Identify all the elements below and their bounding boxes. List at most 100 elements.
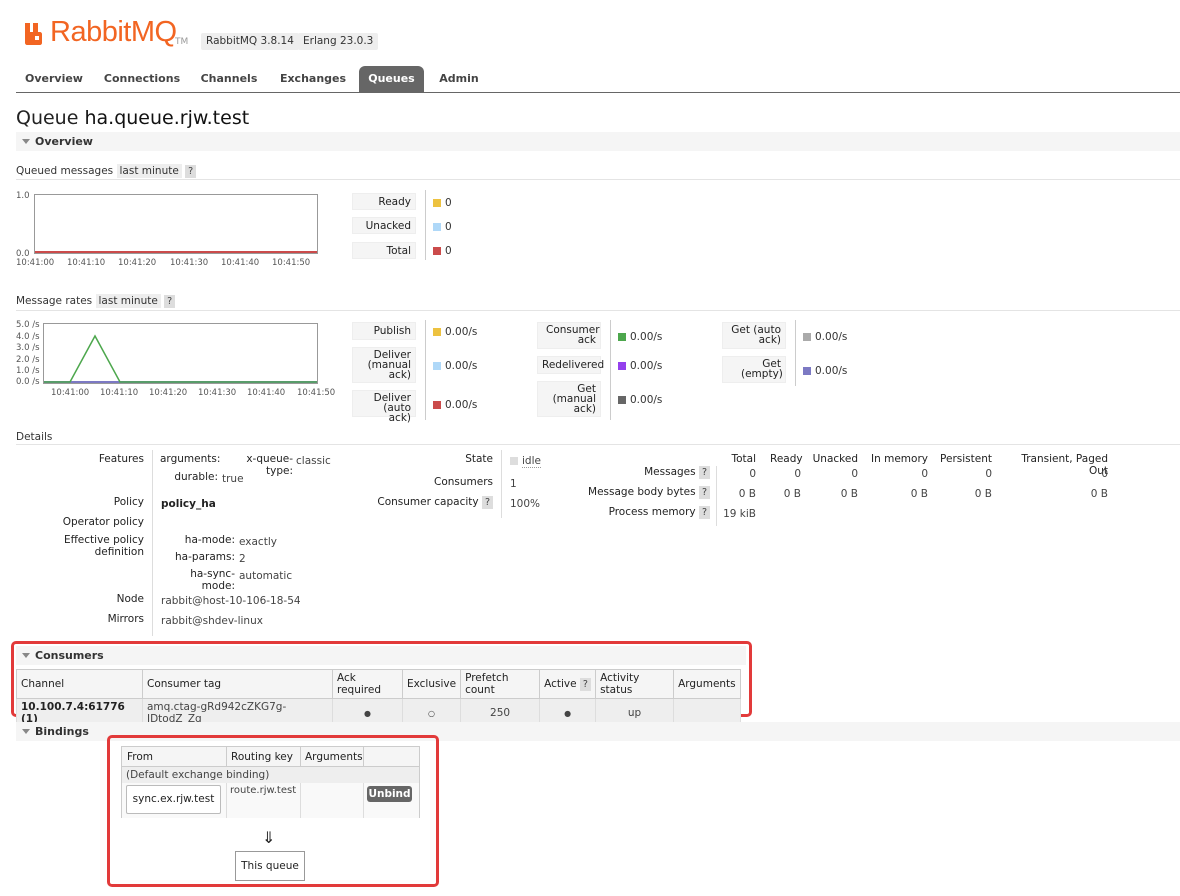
divider — [363, 783, 364, 818]
rate-get-auto-value: 0.00/s — [803, 331, 847, 343]
rates-range-select[interactable]: last minute — [95, 294, 161, 308]
divider — [16, 444, 1180, 445]
rate-deliver-auto-label: Deliver (auto ack) — [352, 390, 416, 423]
stat-total-value: 0 — [433, 245, 452, 257]
divider — [226, 783, 227, 818]
operator-policy-label: Operator policy — [62, 516, 144, 528]
ha-sync-mode-key: ha-sync-mode: — [190, 568, 235, 592]
divider — [16, 310, 1180, 311]
active-help-icon[interactable]: ? — [579, 677, 591, 691]
queued-messages-chart — [34, 194, 318, 254]
arguments-key: arguments: — [160, 453, 221, 465]
capacity-help-icon[interactable]: ? — [481, 496, 493, 509]
rabbitmq-logo-icon — [25, 23, 42, 45]
rate-get-auto-number: 0.00/s — [815, 331, 848, 343]
memory-help-icon[interactable]: ? — [698, 506, 710, 519]
x-tick: 10:41:40 — [221, 258, 260, 268]
rate-publish-number: 0.00/s — [445, 326, 478, 338]
messages-ready: 0 — [794, 468, 801, 480]
bytes-help-icon[interactable]: ? — [698, 486, 710, 499]
queued-range-select[interactable]: last minute — [116, 164, 182, 178]
messages-help-icon[interactable]: ? — [698, 466, 710, 479]
rate-get-manual-value: 0.00/s — [618, 394, 662, 406]
x-tick: 10:41:10 — [100, 388, 139, 398]
stat-total-number: 0 — [445, 245, 452, 257]
legend-swatch — [433, 199, 441, 207]
queued-help-icon[interactable]: ? — [185, 165, 197, 178]
tab-queues[interactable]: Queues — [359, 66, 424, 92]
msg-col-header: Unacked — [812, 453, 858, 465]
consumers-count-value: 1 — [510, 478, 517, 490]
tab-channels[interactable]: Channels — [196, 66, 262, 92]
rates-help-icon[interactable]: ? — [164, 295, 176, 308]
msg-col-header: Persistent — [940, 453, 992, 465]
collapse-triangle-icon — [22, 139, 30, 144]
rate-redelivered-number: 0.00/s — [630, 360, 663, 372]
x-tick: 10:41:10 — [67, 258, 106, 268]
bytes-persistent: 0 B — [974, 488, 992, 500]
queue-name: ha.queue.rjw.test — [84, 107, 250, 129]
process-memory-row-label: Process memory ? — [580, 506, 710, 519]
policy-label: Policy — [113, 496, 144, 508]
rate-deliver-manual-number: 0.00/s — [445, 360, 478, 372]
divider — [152, 450, 153, 636]
collapse-triangle-icon — [22, 653, 30, 658]
legend-swatch — [433, 362, 441, 370]
rate-publish-value: 0.00/s — [433, 326, 477, 338]
overview-section-title: Overview — [35, 135, 93, 148]
divider — [226, 747, 227, 767]
body-bytes-row-text: Message body bytes — [588, 486, 696, 498]
msg-col-header: In memory — [871, 453, 928, 465]
msg-col-header: Total — [731, 453, 756, 465]
y-tick: 2.0 /s — [16, 355, 40, 365]
legend-swatch — [433, 247, 441, 255]
mirrors-label: Mirrors — [107, 613, 144, 625]
col-active: Active ? — [539, 669, 597, 699]
stat-ready-number: 0 — [445, 197, 452, 209]
logo-trademark: TM — [175, 37, 189, 47]
exchange-link[interactable]: sync.ex.rjw.test — [126, 785, 221, 814]
stat-ready-label: Ready — [352, 193, 416, 210]
ha-mode-value: exactly — [239, 536, 277, 548]
divider — [363, 747, 364, 767]
state-idle-text: idle — [522, 455, 541, 468]
message-rates-label: Message rates last minute ? — [16, 294, 176, 308]
legend-swatch — [618, 396, 626, 404]
divider — [300, 747, 301, 767]
rate-publish-label: Publish — [352, 322, 416, 340]
x-tick: 10:41:00 — [51, 388, 90, 398]
tab-overview[interactable]: Overview — [18, 66, 90, 92]
legend-swatch — [433, 401, 441, 409]
rate-consumer-ack-number: 0.00/s — [630, 331, 663, 343]
stat-unacked-number: 0 — [445, 221, 452, 233]
col-ack-required: Ack required — [332, 669, 403, 699]
state-value: idle — [510, 455, 541, 468]
queued-messages-title: Queued messages — [16, 165, 114, 177]
mirrors-value: rabbit@shdev-linux — [161, 615, 263, 627]
message-rates-title: Message rates — [16, 295, 93, 307]
x-tick: 10:41:30 — [198, 388, 237, 398]
divider — [716, 466, 717, 526]
col-exclusive: Exclusive — [401, 669, 462, 699]
messages-row-text: Messages — [644, 466, 696, 478]
policy-link[interactable]: policy_ha — [161, 498, 216, 510]
rate-deliver-manual-value: 0.00/s — [433, 360, 477, 372]
legend-swatch — [618, 362, 626, 370]
messages-total: 0 — [749, 468, 756, 480]
ha-params-key: ha-params: — [175, 551, 235, 563]
rate-consumer-ack-value: 0.00/s — [618, 331, 662, 343]
rate-redelivered-label: Redelivered — [537, 356, 604, 374]
consumers-section-header[interactable]: Consumers — [16, 646, 746, 665]
rate-get-auto-label: Get (auto ack) — [722, 322, 786, 349]
tab-exchanges[interactable]: Exchanges — [276, 66, 350, 92]
unbind-button[interactable]: Unbind — [367, 786, 412, 802]
overview-section-header[interactable]: Overview — [16, 132, 1180, 151]
x-tick: 10:41:50 — [272, 258, 311, 268]
effective-policy-label: Effective policy definition — [63, 534, 144, 558]
bindings-table: From Routing key Arguments (Default exch… — [121, 746, 420, 818]
rate-deliver-manual-label: Deliver (manual ack) — [352, 347, 416, 383]
tab-admin[interactable]: Admin — [434, 66, 484, 92]
divider — [501, 450, 502, 518]
tab-connections[interactable]: Connections — [102, 66, 182, 92]
y-tick: 4.0 /s — [16, 332, 40, 342]
